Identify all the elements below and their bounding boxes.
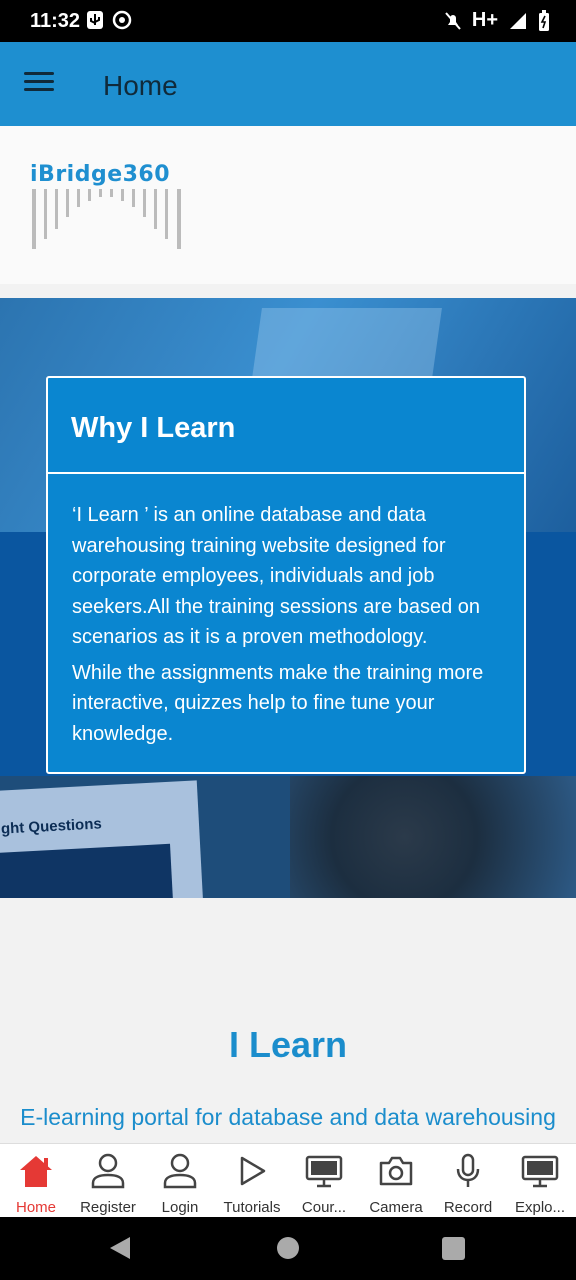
card-header: Why I Learn: [48, 378, 524, 474]
nav-label: Register: [80, 1199, 136, 1216]
card-paragraph-2: While the assignments make the training …: [72, 661, 484, 745]
hero-paper-table: [0, 843, 174, 898]
menu-icon-bar: [24, 88, 54, 91]
home-button[interactable]: [277, 1237, 299, 1259]
why-i-learn-card: Why I Learn ‘I Learn ’ is an online data…: [46, 376, 526, 774]
nav-label: Login: [161, 1199, 199, 1216]
nav-label: Tutorials: [223, 1199, 281, 1216]
card-body: ‘I Learn ’ is an online database and dat…: [48, 474, 524, 749]
app-bar: Home: [0, 42, 576, 126]
recents-button[interactable]: [442, 1237, 465, 1260]
bottom-navigation: Home Register Login Tutorials Cour... Ca…: [0, 1143, 576, 1218]
hero-person-image: [290, 776, 576, 898]
nav-label: Explo...: [514, 1199, 566, 1216]
person-icon: [89, 1152, 127, 1190]
hero-paper-text: ght Questions: [0, 815, 103, 838]
person-icon: [161, 1152, 199, 1190]
battery-icon: [539, 9, 549, 31]
card-title: Why I Learn: [71, 412, 236, 444]
status-bar: 11:32 H+: [0, 0, 576, 42]
play-icon: [233, 1152, 271, 1190]
status-right: H+: [444, 9, 550, 32]
nav-register[interactable]: Register: [72, 1144, 144, 1218]
system-navigation-bar: [0, 1217, 576, 1280]
nav-label: Home: [15, 1199, 56, 1216]
sync-icon: [112, 10, 132, 30]
home-icon: [17, 1152, 55, 1190]
logo-text: iBridge360: [30, 162, 190, 187]
nav-label: Cour...: [301, 1199, 347, 1216]
page-title: Home: [103, 70, 178, 101]
nav-record[interactable]: Record: [432, 1144, 504, 1218]
hero-photo-bottom: ght Questions: [0, 776, 576, 898]
ibridge360-logo: iBridge360: [30, 162, 190, 257]
back-icon[interactable]: [108, 1235, 132, 1261]
nav-label: Record: [443, 1199, 493, 1216]
mute-icon: [445, 11, 461, 30]
hero-paper: ght Questions: [0, 780, 203, 898]
barcode-graphic: [32, 189, 181, 249]
nav-home[interactable]: Home: [0, 1144, 72, 1218]
menu-icon: [24, 72, 54, 75]
signal-icon: [510, 12, 526, 29]
logo-area: iBridge360: [0, 126, 576, 284]
network-type: H+: [471, 9, 498, 31]
status-time: 11:32: [30, 10, 81, 32]
monitor-icon: [305, 1152, 343, 1190]
status-left-icons: [86, 10, 132, 30]
nav-label: Camera: [369, 1199, 423, 1216]
nav-camera[interactable]: Camera: [360, 1144, 432, 1218]
nav-courses[interactable]: Cour...: [288, 1144, 360, 1218]
usb-icon: [87, 11, 103, 29]
nav-tutorials[interactable]: Tutorials: [216, 1144, 288, 1218]
card-paragraph-1: ‘I Learn ’ is an online database and dat…: [72, 504, 481, 648]
nav-explore[interactable]: Explo...: [504, 1144, 576, 1218]
intro-title: I Learn: [228, 1024, 348, 1065]
logo-name: Bridge360: [38, 162, 171, 187]
menu-button[interactable]: [24, 72, 54, 94]
camera-icon: [377, 1152, 415, 1190]
intro-subtitle: E-learning portal for database and data …: [20, 1104, 556, 1130]
nav-login[interactable]: Login: [144, 1144, 216, 1218]
menu-icon-bar: [24, 80, 54, 83]
microphone-icon: [449, 1152, 487, 1190]
monitor-icon: [521, 1152, 559, 1190]
logo-prefix: i: [30, 162, 39, 187]
